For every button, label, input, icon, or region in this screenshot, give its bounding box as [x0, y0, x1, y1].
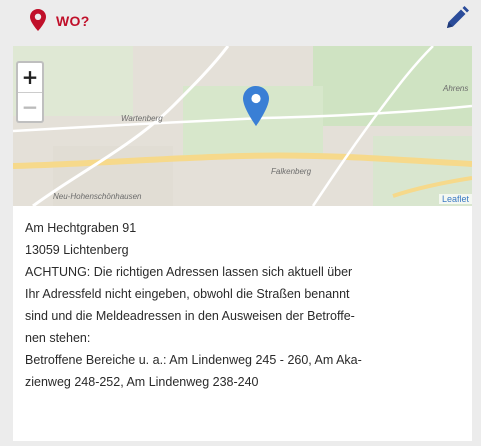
- map-label: Ahrens: [443, 84, 469, 93]
- address-line: 13059 Lichtenberg: [25, 243, 129, 257]
- card-header: WO?: [13, 0, 472, 44]
- pencil-icon[interactable]: [444, 5, 470, 31]
- map-attribution[interactable]: Leaflet: [438, 194, 472, 204]
- map-tiles: [13, 46, 472, 206]
- map-pin-icon: [30, 9, 46, 31]
- address-text: Am Hechtgraben 91 13059 Lichtenberg ACHT…: [25, 217, 465, 393]
- address-line: Betroffene Bereiche u. a.: Am Lindenweg …: [25, 353, 362, 367]
- address-line: ACHTUNG: Die richtigen Adressen lassen s…: [25, 265, 353, 279]
- zoom-out-button[interactable]: −: [18, 93, 42, 122]
- address-line: Ihr Adressfeld nicht eingeben, obwohl di…: [25, 287, 350, 301]
- map-label: Neu-Hohenschönhausen: [53, 192, 142, 201]
- map-marker-icon[interactable]: [243, 86, 269, 126]
- zoom-in-button[interactable]: +: [18, 63, 42, 93]
- section-title: WO?: [56, 13, 90, 29]
- address-line: nen stehen:: [25, 331, 91, 345]
- address-line: Am Hechtgraben 91: [25, 221, 137, 235]
- address-line: sind und die Meldeadressen in den Auswei…: [25, 309, 355, 323]
- map-view[interactable]: Wartenberg Ahrens Falkenberg Neu-Hohensc…: [13, 46, 472, 206]
- zoom-control: + −: [16, 61, 44, 123]
- map-label: Falkenberg: [271, 167, 312, 176]
- address-line: zienweg 248-252, Am Lindenweg 238-240: [25, 375, 259, 389]
- map-label: Wartenberg: [121, 114, 163, 123]
